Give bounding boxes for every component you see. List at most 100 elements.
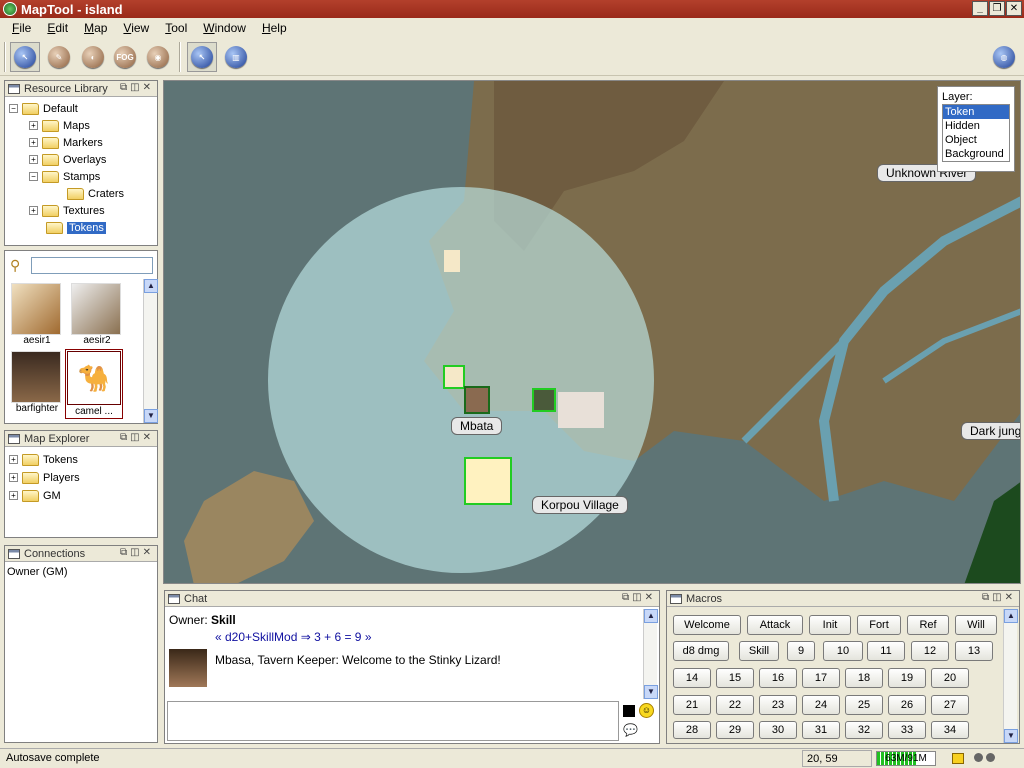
- fog-tool-button[interactable]: FOG: [110, 42, 140, 72]
- tree-item-textures[interactable]: + Textures: [29, 202, 105, 219]
- panel-controls[interactable]: ⧉◫✕: [120, 432, 154, 443]
- map-token-selected-1[interactable]: [443, 365, 465, 389]
- connection-owner[interactable]: Owner (GM): [7, 566, 68, 578]
- map-label-mbata[interactable]: Mbata: [451, 417, 503, 435]
- menu-file[interactable]: File: [4, 21, 39, 35]
- scroll-down-icon[interactable]: ▼: [144, 409, 158, 423]
- close-button[interactable]: ✕: [1006, 1, 1022, 16]
- macro-button[interactable]: d8 dmg: [673, 641, 729, 661]
- macro-button[interactable]: Init: [809, 615, 851, 635]
- macro-button[interactable]: 17: [802, 668, 840, 688]
- macro-button[interactable]: 27: [931, 695, 969, 715]
- macro-button[interactable]: 30: [759, 721, 797, 739]
- speech-bubble-icon[interactable]: 💬: [623, 723, 638, 737]
- vision-tool-button[interactable]: ◉: [143, 42, 173, 72]
- expand-icon[interactable]: +: [29, 206, 38, 215]
- tree-item-default[interactable]: − Default: [9, 100, 78, 117]
- chat-input[interactable]: [167, 701, 619, 741]
- layer-hidden[interactable]: Hidden: [943, 119, 1009, 133]
- layer-background[interactable]: Background: [943, 147, 1009, 161]
- macro-button[interactable]: Ref: [907, 615, 949, 635]
- map-label-korpou[interactable]: Korpou Village: [532, 496, 628, 514]
- menu-window[interactable]: Window: [195, 21, 254, 35]
- pointer-tool-button[interactable]: ↖: [10, 42, 40, 72]
- layer-token[interactable]: Token: [943, 105, 1009, 119]
- tree-item-maps[interactable]: + Maps: [29, 117, 90, 134]
- expand-icon[interactable]: +: [9, 491, 18, 500]
- macro-button[interactable]: 14: [673, 668, 711, 688]
- macro-button[interactable]: 32: [845, 721, 883, 739]
- macro-button[interactable]: 15: [716, 668, 754, 688]
- macro-button[interactable]: Skill: [739, 641, 779, 661]
- macro-button[interactable]: 18: [845, 668, 883, 688]
- map-view[interactable]: Mbata Korpou Village Unknown River Dark …: [163, 80, 1021, 584]
- scroll-up-icon[interactable]: ▲: [1004, 609, 1018, 623]
- macro-button[interactable]: 21: [673, 695, 711, 715]
- macro-button[interactable]: 34: [931, 721, 969, 739]
- memory-gauge[interactable]: 63M/91M: [876, 751, 936, 766]
- scroll-up-icon[interactable]: ▲: [644, 609, 658, 623]
- map-token-trees[interactable]: [558, 392, 604, 428]
- draw-tool-button[interactable]: ✎: [44, 42, 74, 72]
- macro-scrollbar[interactable]: ▲ ▼: [1003, 609, 1018, 743]
- macro-button[interactable]: 9: [787, 641, 815, 661]
- menu-edit[interactable]: Edit: [39, 21, 76, 35]
- chat-scrollbar[interactable]: ▲ ▼: [643, 609, 658, 699]
- map-token-ship[interactable]: [464, 457, 512, 505]
- tree-item-stamps[interactable]: − Stamps: [29, 168, 100, 185]
- notes-icon[interactable]: [952, 753, 964, 764]
- macro-button[interactable]: 22: [716, 695, 754, 715]
- menu-map[interactable]: Map: [76, 21, 115, 35]
- minimize-button[interactable]: _: [972, 1, 988, 16]
- macro-button[interactable]: 11: [867, 641, 905, 661]
- map-token-mbata[interactable]: [464, 386, 490, 414]
- macro-button[interactable]: 28: [673, 721, 711, 739]
- expand-icon[interactable]: +: [9, 473, 18, 482]
- menu-help[interactable]: Help: [254, 21, 295, 35]
- macro-button[interactable]: 16: [759, 668, 797, 688]
- panel-controls[interactable]: ⧉◫✕: [622, 592, 656, 603]
- tree-item-craters[interactable]: Craters: [67, 185, 124, 202]
- scroll-up-icon[interactable]: ▲: [144, 279, 158, 293]
- map-token-selected-2[interactable]: [532, 388, 556, 412]
- thumb-camel[interactable]: 🐪 camel ...: [65, 349, 123, 419]
- macro-button[interactable]: 23: [759, 695, 797, 715]
- collapse-icon[interactable]: −: [29, 172, 38, 181]
- maximize-button[interactable]: ❐: [989, 1, 1005, 16]
- expand-icon[interactable]: +: [29, 138, 38, 147]
- globe-button[interactable]: ◍: [989, 42, 1019, 72]
- macro-button[interactable]: 10: [823, 641, 863, 661]
- thumb-aesir1[interactable]: aesir1: [11, 283, 63, 349]
- scroll-down-icon[interactable]: ▼: [644, 685, 658, 699]
- select-tool-button[interactable]: ↖: [187, 42, 217, 72]
- measure-tool-button[interactable]: ▥: [221, 42, 251, 72]
- macro-button[interactable]: Welcome: [673, 615, 741, 635]
- macro-button[interactable]: 33: [888, 721, 926, 739]
- expand-icon[interactable]: +: [29, 155, 38, 164]
- explorer-item-tokens[interactable]: + Tokens: [9, 451, 78, 468]
- macro-button[interactable]: 25: [845, 695, 883, 715]
- tree-item-overlays[interactable]: + Overlays: [29, 151, 106, 168]
- macro-button[interactable]: 13: [955, 641, 993, 661]
- tree-item-markers[interactable]: + Markers: [29, 134, 103, 151]
- panel-controls[interactable]: ⧉◫✕: [120, 82, 154, 93]
- map-label-dark[interactable]: Dark jung: [961, 422, 1020, 440]
- macro-button[interactable]: Will: [955, 615, 997, 635]
- menu-view[interactable]: View: [115, 21, 157, 35]
- scroll-down-icon[interactable]: ▼: [1004, 729, 1018, 743]
- tree-item-tokens[interactable]: Tokens: [46, 219, 106, 236]
- macro-button[interactable]: 24: [802, 695, 840, 715]
- macro-button[interactable]: Fort: [857, 615, 901, 635]
- expand-icon[interactable]: +: [29, 121, 38, 130]
- macro-button[interactable]: 19: [888, 668, 926, 688]
- thumb-aesir2[interactable]: aesir2: [71, 283, 123, 349]
- macro-button[interactable]: 20: [931, 668, 969, 688]
- layer-object[interactable]: Object: [943, 133, 1009, 147]
- expand-icon[interactable]: +: [9, 455, 18, 464]
- map-token-camel[interactable]: [444, 250, 460, 272]
- macro-button[interactable]: 26: [888, 695, 926, 715]
- smiley-icon[interactable]: ☺: [639, 703, 654, 718]
- explorer-item-gm[interactable]: + GM: [9, 487, 61, 504]
- panel-controls[interactable]: ⧉◫✕: [982, 592, 1016, 603]
- color-swatch-icon[interactable]: [623, 705, 635, 717]
